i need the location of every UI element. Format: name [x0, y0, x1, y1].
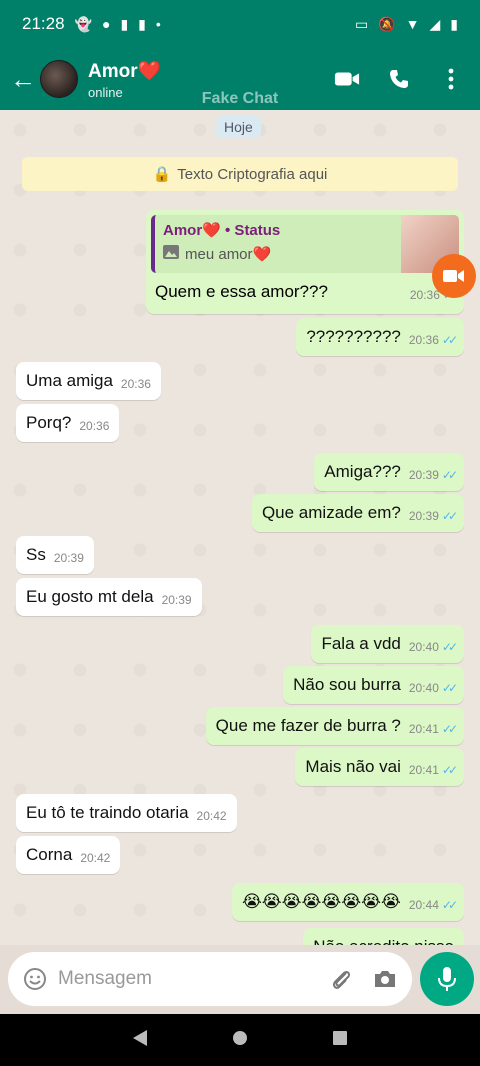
message-text: Não acredito nisso — [313, 937, 454, 945]
status-bar: 21:28 👻 ● ▮ ▮ • ▭ 🔕 ▼ ◢ ▮ — [0, 0, 480, 48]
snapchat-icon: 👻 — [74, 16, 92, 32]
read-ticks-icon: ✓✓ — [441, 333, 458, 347]
mute-icon: 🔕 — [378, 16, 396, 32]
image-icon — [163, 245, 179, 263]
date-pill: Hoje — [216, 116, 261, 138]
message-time: 20:36 — [120, 377, 151, 391]
message-text: Eu tô te traindo otaria — [26, 803, 189, 822]
signal-icon: ◢ — [429, 16, 441, 32]
composer — [8, 952, 412, 1006]
outgoing-message[interactable]: Que me fazer de burra ? 20:41 ✓✓ — [205, 707, 464, 745]
wifi-icon: ▼ — [405, 16, 420, 32]
message-time: 20:40 — [408, 681, 439, 695]
nav-recents-icon[interactable] — [332, 1030, 348, 1051]
message-text: Corna — [26, 845, 73, 864]
read-ticks-icon: ✓✓ — [441, 468, 458, 482]
incoming-message[interactable]: Porq? 20:36 — [16, 404, 120, 442]
phone-call-icon[interactable] — [386, 66, 412, 92]
battery-saver-icon: ▮ — [120, 16, 129, 32]
outgoing-message[interactable]: Fala a vdd 20:40 ✓✓ — [311, 625, 464, 663]
incoming-message[interactable]: Eu tô te traindo otaria 20:42 — [16, 794, 237, 832]
message-time: 20:36 — [408, 333, 439, 347]
read-ticks-icon: ✓✓ — [441, 509, 458, 523]
message-text: Eu gosto mt dela — [26, 587, 154, 606]
incoming-message[interactable]: Ss 20:39 — [16, 536, 94, 574]
message-text: Não sou burra — [293, 675, 401, 694]
outgoing-message[interactable]: ?????????? 20:36 ✓✓ — [296, 318, 464, 356]
read-ticks-icon: ✓✓ — [441, 722, 458, 736]
system-nav-bar — [0, 1014, 480, 1066]
message-icon: ● — [101, 16, 111, 32]
lock-icon: 🔒 — [152, 166, 172, 183]
message-text: Que me fazer de burra ? — [215, 716, 401, 735]
message-text: 😭😭😭😭😭😭😭😭 — [241, 892, 401, 911]
message-text: Que amizade em? — [261, 503, 401, 522]
message-text: Quem e essa amor??? — [155, 282, 328, 301]
watermark: Fake Chat — [201, 90, 279, 107]
outgoing-message[interactable]: Amiga??? 20:39 ✓✓ — [314, 453, 464, 491]
read-ticks-icon: ✓✓ — [441, 763, 458, 777]
quote-preview[interactable]: Amor❤️ • Status meu amor❤️ — [151, 215, 459, 273]
outgoing-message[interactable]: Não acredito nisso — [303, 928, 464, 945]
message-input[interactable] — [58, 968, 328, 990]
message-time: 20:42 — [80, 851, 111, 865]
message-time: 20:36 — [409, 288, 440, 302]
message-time: 20:39 — [408, 509, 439, 523]
encryption-text: Texto Criptografia aqui — [177, 165, 328, 183]
message-time: 20:36 — [79, 419, 110, 433]
message-text: Porq? — [26, 413, 72, 432]
encryption-notice[interactable]: 🔒 Texto Criptografia aqui — [22, 157, 458, 191]
attach-icon[interactable] — [328, 966, 354, 992]
read-ticks-icon: ✓✓ — [441, 898, 458, 912]
message-text: Uma amiga — [26, 371, 113, 390]
incoming-message[interactable]: Uma amiga 20:36 — [16, 362, 161, 400]
message-text: Fala a vdd — [321, 634, 401, 653]
message-time: 20:44 — [408, 898, 439, 912]
outgoing-message[interactable]: 😭😭😭😭😭😭😭😭 20:44 ✓✓ — [231, 883, 464, 921]
message-text: Ss — [26, 545, 46, 564]
more-options-icon[interactable] — [438, 66, 464, 92]
message-time: 20:39 — [161, 593, 192, 607]
message-time: 20:40 — [408, 640, 439, 654]
message-time: 20:41 — [408, 763, 439, 777]
message-time: 20:41 — [408, 722, 439, 736]
clock: 21:28 — [22, 14, 65, 33]
contact-name: Amor❤️ — [88, 60, 162, 82]
quoted-message[interactable]: Amor❤️ • Status meu amor❤️ Quem e essa a… — [146, 210, 464, 314]
microphone-icon — [438, 967, 456, 991]
read-ticks-icon: ✓✓ — [441, 640, 458, 654]
outgoing-message[interactable]: Mais não vai 20:41 ✓✓ — [295, 748, 464, 786]
voice-record-button[interactable] — [420, 952, 474, 1006]
message-text: ?????????? — [306, 327, 401, 346]
incoming-message[interactable]: Corna 20:42 — [16, 836, 121, 874]
alert-icon: ▮ — [138, 16, 146, 32]
camera-icon[interactable] — [372, 966, 398, 992]
video-call-icon[interactable] — [334, 66, 360, 92]
outgoing-message[interactable]: Não sou burra 20:40 ✓✓ — [283, 666, 464, 704]
floating-video-button[interactable] — [432, 254, 476, 298]
message-text: Mais não vai — [305, 757, 401, 776]
message-time: 20:39 — [408, 468, 439, 482]
quote-caption: meu amor❤️ — [185, 246, 272, 263]
read-ticks-icon: ✓✓ — [441, 681, 458, 695]
message-text: Amiga??? — [324, 462, 401, 481]
outgoing-message[interactable]: Que amizade em? 20:39 ✓✓ — [251, 494, 464, 532]
message-time: 20:39 — [53, 551, 84, 565]
cast-icon: ▭ — [354, 16, 369, 32]
dot-icon: • — [155, 16, 161, 32]
incoming-message[interactable]: Eu gosto mt dela 20:39 — [16, 578, 202, 616]
message-time: 20:42 — [196, 809, 227, 823]
nav-home-icon[interactable] — [232, 1030, 248, 1051]
nav-back-icon[interactable] — [132, 1029, 148, 1052]
chat-area[interactable]: Hoje 🔒 Texto Criptografia aqui Amor❤️ • … — [0, 110, 480, 945]
battery-icon: ▮ — [450, 16, 458, 32]
emoji-icon[interactable] — [22, 966, 48, 992]
